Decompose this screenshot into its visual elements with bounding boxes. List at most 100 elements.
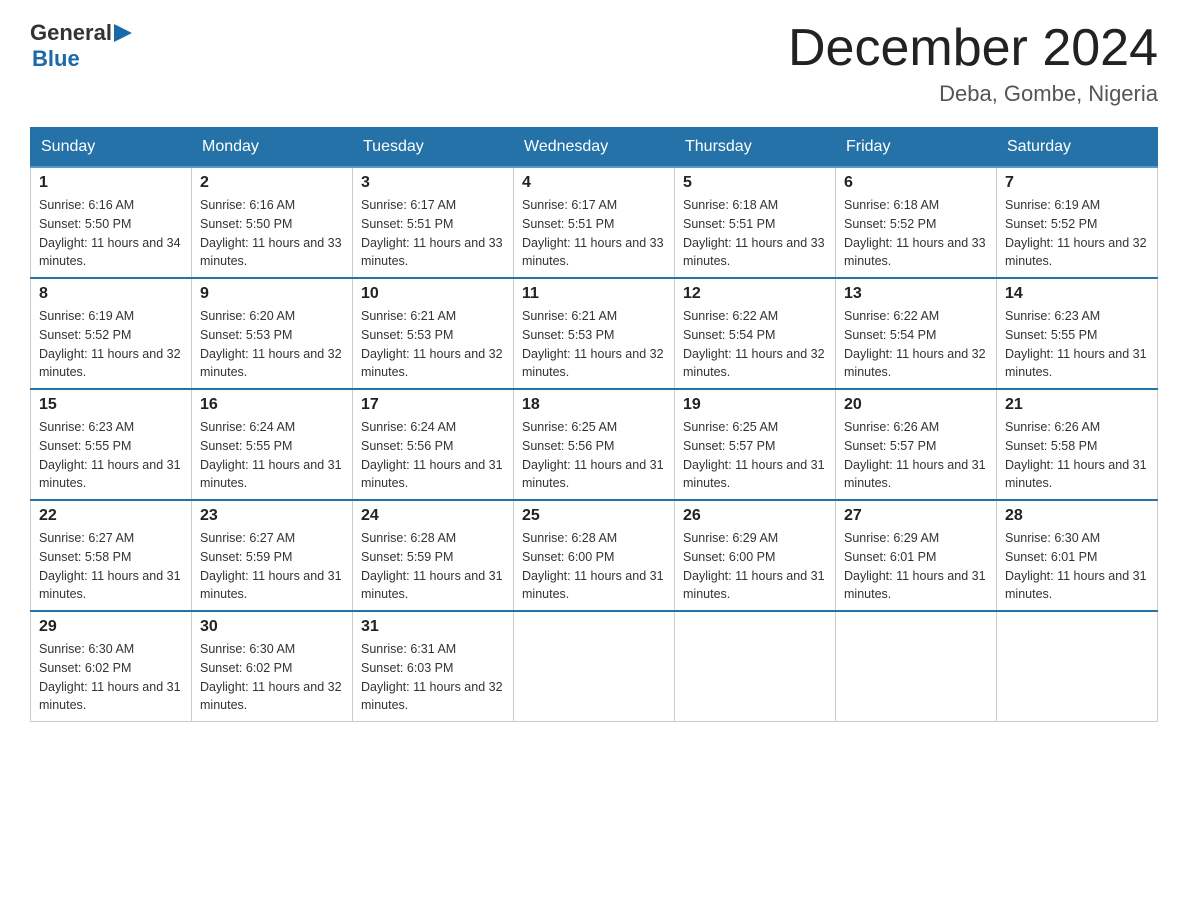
day-info: Sunrise: 6:25 AMSunset: 5:56 PMDaylight:…: [522, 418, 666, 493]
calendar-day-cell: 21Sunrise: 6:26 AMSunset: 5:58 PMDayligh…: [997, 389, 1158, 500]
day-info: Sunrise: 6:29 AMSunset: 6:01 PMDaylight:…: [844, 529, 988, 604]
day-number: 16: [200, 396, 344, 414]
calendar-title: December 2024: [788, 20, 1158, 77]
day-number: 19: [683, 396, 827, 414]
page-header: General Blue December 2024 Deba, Gombe, …: [30, 20, 1158, 107]
day-info: Sunrise: 6:27 AMSunset: 5:58 PMDaylight:…: [39, 529, 183, 604]
title-block: December 2024 Deba, Gombe, Nigeria: [788, 20, 1158, 107]
day-info: Sunrise: 6:17 AMSunset: 5:51 PMDaylight:…: [522, 196, 666, 271]
logo-text-blue: Blue: [32, 46, 80, 71]
calendar-day-header: Wednesday: [514, 128, 675, 168]
calendar-day-cell: [514, 611, 675, 722]
calendar-day-cell: [836, 611, 997, 722]
logo-text-general: General: [30, 20, 112, 46]
day-info: Sunrise: 6:22 AMSunset: 5:54 PMDaylight:…: [683, 307, 827, 382]
calendar-day-cell: 19 Sunrise: 6:25 AMSunset: 5:57 PMDayligh…: [675, 389, 836, 500]
calendar-day-cell: 22 Sunrise: 6:27 AMSunset: 5:58 PMDayligh…: [31, 500, 192, 611]
day-number: 5: [683, 174, 827, 192]
day-number: 28: [1005, 507, 1149, 525]
day-number: 18: [522, 396, 666, 414]
day-number: 14: [1005, 285, 1149, 303]
day-info: Sunrise: 6:19 AMSunset: 5:52 PMDaylight:…: [39, 307, 183, 382]
day-info: Sunrise: 6:16 AMSunset: 5:50 PMDaylight:…: [39, 196, 183, 271]
calendar-day-cell: 12Sunrise: 6:22 AMSunset: 5:54 PMDayligh…: [675, 278, 836, 389]
calendar-day-cell: 11 Sunrise: 6:21 AMSunset: 5:53 PMDayligh…: [514, 278, 675, 389]
day-info: Sunrise: 6:21 AMSunset: 5:53 PMDaylight:…: [522, 307, 666, 382]
calendar-day-cell: 9 Sunrise: 6:20 AMSunset: 5:53 PMDaylight…: [192, 278, 353, 389]
day-info: Sunrise: 6:26 AMSunset: 5:58 PMDaylight:…: [1005, 418, 1149, 493]
calendar-day-cell: 8 Sunrise: 6:19 AMSunset: 5:52 PMDaylight…: [31, 278, 192, 389]
day-number: 6: [844, 174, 988, 192]
calendar-day-cell: 6 Sunrise: 6:18 AMSunset: 5:52 PMDaylight…: [836, 167, 997, 278]
calendar-day-header: Sunday: [31, 128, 192, 168]
logo: General Blue: [30, 20, 132, 72]
day-number: 8: [39, 285, 183, 303]
calendar-day-cell: 23Sunrise: 6:27 AMSunset: 5:59 PMDayligh…: [192, 500, 353, 611]
day-info: Sunrise: 6:23 AMSunset: 5:55 PMDaylight:…: [39, 418, 183, 493]
calendar-day-header: Thursday: [675, 128, 836, 168]
day-number: 27: [844, 507, 988, 525]
calendar-day-cell: 7 Sunrise: 6:19 AMSunset: 5:52 PMDaylight…: [997, 167, 1158, 278]
day-number: 17: [361, 396, 505, 414]
day-info: Sunrise: 6:29 AMSunset: 6:00 PMDaylight:…: [683, 529, 827, 604]
calendar-day-cell: [997, 611, 1158, 722]
calendar-day-cell: 3Sunrise: 6:17 AMSunset: 5:51 PMDaylight…: [353, 167, 514, 278]
day-number: 22: [39, 507, 183, 525]
calendar-week-row: 29 Sunrise: 6:30 AMSunset: 6:02 PMDayligh…: [31, 611, 1158, 722]
calendar-day-cell: 28 Sunrise: 6:30 AMSunset: 6:01 PMDayligh…: [997, 500, 1158, 611]
day-number: 4: [522, 174, 666, 192]
calendar-week-row: 22 Sunrise: 6:27 AMSunset: 5:58 PMDayligh…: [31, 500, 1158, 611]
calendar-day-cell: 13Sunrise: 6:22 AMSunset: 5:54 PMDayligh…: [836, 278, 997, 389]
calendar-day-cell: 2Sunrise: 6:16 AMSunset: 5:50 PMDaylight…: [192, 167, 353, 278]
calendar-week-row: 8 Sunrise: 6:19 AMSunset: 5:52 PMDaylight…: [31, 278, 1158, 389]
calendar-day-header: Friday: [836, 128, 997, 168]
day-info: Sunrise: 6:19 AMSunset: 5:52 PMDaylight:…: [1005, 196, 1149, 271]
day-number: 20: [844, 396, 988, 414]
day-number: 9: [200, 285, 344, 303]
day-info: Sunrise: 6:22 AMSunset: 5:54 PMDaylight:…: [844, 307, 988, 382]
calendar-day-cell: 4 Sunrise: 6:17 AMSunset: 5:51 PMDaylight…: [514, 167, 675, 278]
day-number: 15: [39, 396, 183, 414]
day-number: 24: [361, 507, 505, 525]
day-info: Sunrise: 6:30 AMSunset: 6:01 PMDaylight:…: [1005, 529, 1149, 604]
calendar-body: 1Sunrise: 6:16 AMSunset: 5:50 PMDaylight…: [31, 167, 1158, 722]
day-info: Sunrise: 6:28 AMSunset: 5:59 PMDaylight:…: [361, 529, 505, 604]
day-info: Sunrise: 6:18 AMSunset: 5:52 PMDaylight:…: [844, 196, 988, 271]
calendar-day-cell: 29 Sunrise: 6:30 AMSunset: 6:02 PMDayligh…: [31, 611, 192, 722]
day-info: Sunrise: 6:26 AMSunset: 5:57 PMDaylight:…: [844, 418, 988, 493]
calendar-day-cell: 27 Sunrise: 6:29 AMSunset: 6:01 PMDayligh…: [836, 500, 997, 611]
calendar-day-header: Saturday: [997, 128, 1158, 168]
day-info: Sunrise: 6:28 AMSunset: 6:00 PMDaylight:…: [522, 529, 666, 604]
day-number: 26: [683, 507, 827, 525]
calendar-day-cell: 16 Sunrise: 6:24 AMSunset: 5:55 PMDayligh…: [192, 389, 353, 500]
calendar-day-cell: 14 Sunrise: 6:23 AMSunset: 5:55 PMDayligh…: [997, 278, 1158, 389]
calendar-day-cell: 30Sunrise: 6:30 AMSunset: 6:02 PMDayligh…: [192, 611, 353, 722]
calendar-day-cell: 5Sunrise: 6:18 AMSunset: 5:51 PMDaylight…: [675, 167, 836, 278]
day-info: Sunrise: 6:24 AMSunset: 5:55 PMDaylight:…: [200, 418, 344, 493]
calendar-week-row: 1Sunrise: 6:16 AMSunset: 5:50 PMDaylight…: [31, 167, 1158, 278]
calendar-table: SundayMondayTuesdayWednesdayThursdayFrid…: [30, 127, 1158, 722]
day-info: Sunrise: 6:31 AMSunset: 6:03 PMDaylight:…: [361, 640, 505, 715]
day-number: 2: [200, 174, 344, 192]
day-number: 3: [361, 174, 505, 192]
day-info: Sunrise: 6:24 AMSunset: 5:56 PMDaylight:…: [361, 418, 505, 493]
day-number: 7: [1005, 174, 1149, 192]
calendar-day-cell: 25Sunrise: 6:28 AMSunset: 6:00 PMDayligh…: [514, 500, 675, 611]
calendar-day-cell: [675, 611, 836, 722]
calendar-header-row: SundayMondayTuesdayWednesdayThursdayFrid…: [31, 128, 1158, 168]
calendar-day-cell: 31 Sunrise: 6:31 AMSunset: 6:03 PMDayligh…: [353, 611, 514, 722]
day-number: 31: [361, 618, 505, 636]
calendar-day-cell: 18 Sunrise: 6:25 AMSunset: 5:56 PMDayligh…: [514, 389, 675, 500]
logo-triangle-icon: [114, 22, 132, 44]
day-number: 10: [361, 285, 505, 303]
day-info: Sunrise: 6:23 AMSunset: 5:55 PMDaylight:…: [1005, 307, 1149, 382]
calendar-day-header: Tuesday: [353, 128, 514, 168]
day-info: Sunrise: 6:30 AMSunset: 6:02 PMDaylight:…: [39, 640, 183, 715]
day-number: 11: [522, 285, 666, 303]
calendar-day-cell: 10 Sunrise: 6:21 AMSunset: 5:53 PMDayligh…: [353, 278, 514, 389]
day-info: Sunrise: 6:21 AMSunset: 5:53 PMDaylight:…: [361, 307, 505, 382]
calendar-subtitle: Deba, Gombe, Nigeria: [788, 81, 1158, 107]
day-info: Sunrise: 6:25 AMSunset: 5:57 PMDaylight:…: [683, 418, 827, 493]
day-number: 29: [39, 618, 183, 636]
day-info: Sunrise: 6:20 AMSunset: 5:53 PMDaylight:…: [200, 307, 344, 382]
